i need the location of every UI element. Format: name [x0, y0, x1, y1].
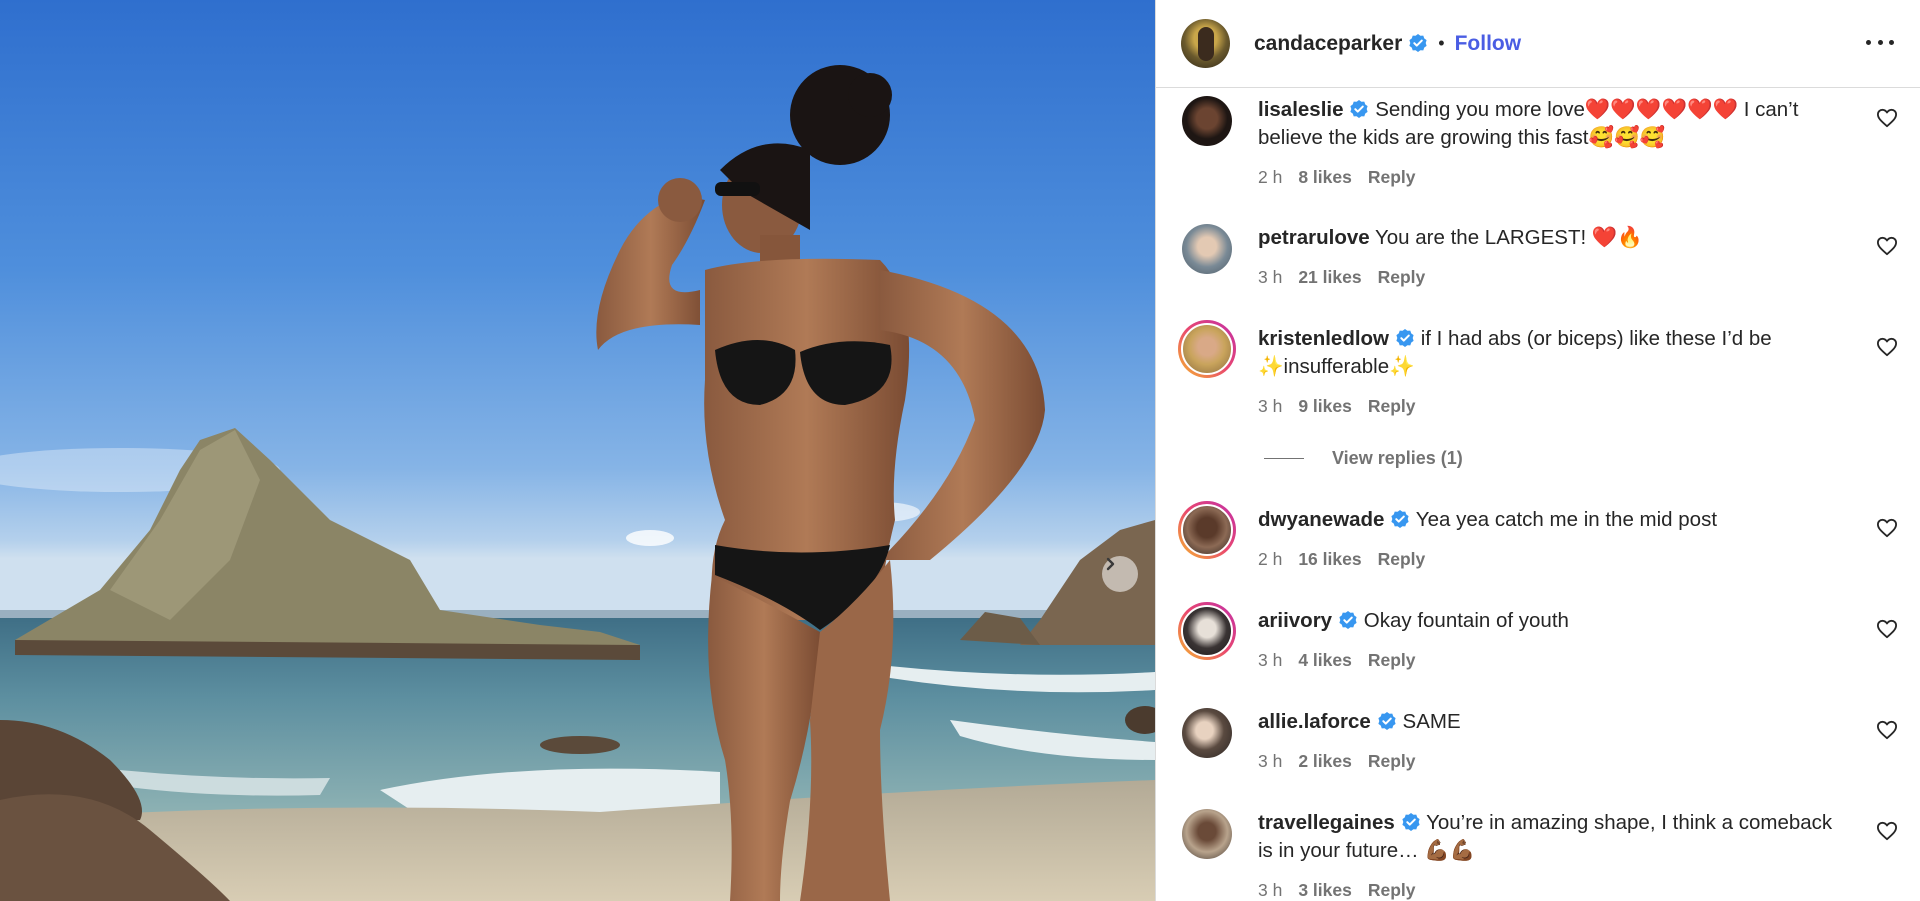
comment-body: ariivory Okay fountain of youth 3 h 4 lik… — [1258, 607, 1838, 674]
heart-outline-icon[interactable] — [1876, 108, 1898, 128]
comment-time[interactable]: 2 h — [1258, 167, 1282, 187]
heart-outline-icon[interactable] — [1876, 236, 1898, 256]
comment-text: Yea yea catch me in the mid post — [1415, 508, 1718, 531]
commenter-avatar-story-ring[interactable] — [1178, 602, 1236, 660]
more-dot-icon — [1877, 39, 1883, 45]
verified-badge-icon — [1350, 100, 1369, 118]
comment-time[interactable]: 3 h — [1258, 267, 1282, 287]
comment-time[interactable]: 3 h — [1258, 751, 1282, 771]
heart-outline-icon[interactable] — [1876, 337, 1898, 357]
comment-meta: 2 h 8 likes Reply — [1258, 163, 1838, 191]
comment-time[interactable]: 3 h — [1258, 650, 1282, 670]
comment-time[interactable]: 2 h — [1258, 549, 1282, 569]
comment-likes[interactable]: 2 likes — [1298, 751, 1352, 771]
chevron-right-icon — [1106, 557, 1115, 571]
comment-body: travellegaines You’re in amazing shape, … — [1258, 809, 1838, 901]
more-options-button[interactable] — [1866, 30, 1894, 54]
comment-meta: 3 h 9 likes Reply — [1258, 392, 1838, 420]
commenter-username[interactable]: ariivory — [1258, 609, 1332, 632]
commenter-username[interactable]: allie.laforce — [1258, 710, 1371, 733]
verified-badge-icon — [1396, 329, 1414, 347]
reply-button[interactable]: Reply — [1368, 396, 1416, 416]
verified-badge-icon — [1339, 611, 1357, 629]
commenter-username[interactable]: travellegaines — [1258, 811, 1395, 834]
comment-body: dwyanewade Yea yea catch me in the mid p… — [1258, 506, 1838, 573]
comment-body: lisaleslie Sending you more love❤️❤️❤️❤️… — [1258, 96, 1838, 191]
reply-button[interactable]: Reply — [1368, 650, 1416, 670]
verified-badge-icon — [1409, 33, 1427, 52]
comment-likes[interactable]: 9 likes — [1298, 396, 1352, 416]
next-photo-button[interactable] — [1102, 556, 1138, 592]
commenter-avatar-story-ring[interactable] — [1178, 501, 1236, 559]
author-username[interactable]: candaceparker — [1254, 32, 1428, 56]
comment-text: Okay fountain of youth — [1363, 609, 1569, 632]
more-dot-icon — [1889, 39, 1894, 45]
commenter-username[interactable]: lisaleslie — [1258, 98, 1343, 121]
comment-body: allie.laforce SAME 3 h 2 likes Reply — [1258, 708, 1838, 775]
view-replies-label: View replies (1) — [1332, 448, 1463, 468]
more-dot-icon — [1866, 39, 1871, 45]
comment-body: petrarulove You are the LARGEST! ❤️🔥 3 h… — [1258, 224, 1838, 291]
follow-button[interactable]: Follow — [1455, 32, 1522, 56]
comment-likes[interactable]: 3 likes — [1298, 880, 1352, 900]
commenter-username[interactable]: kristenledlow — [1258, 327, 1389, 350]
reply-button[interactable]: Reply — [1368, 880, 1416, 900]
reply-button[interactable]: Reply — [1378, 267, 1426, 287]
commenter-avatar-story-ring[interactable] — [1178, 320, 1236, 378]
comment-text: You are the LARGEST! ❤️🔥 — [1374, 226, 1643, 249]
comment-text: SAME — [1402, 710, 1461, 733]
separator-dot: • — [1438, 33, 1445, 53]
heart-outline-icon[interactable] — [1876, 619, 1898, 639]
comment-time[interactable]: 3 h — [1258, 880, 1282, 900]
commenter-avatar[interactable] — [1182, 708, 1232, 758]
commenter-avatar[interactable] — [1182, 96, 1232, 146]
verified-badge-icon — [1391, 510, 1410, 528]
commenter-username[interactable]: petrarulove — [1258, 226, 1370, 249]
replies-line — [1264, 458, 1304, 459]
view-replies-button[interactable]: View replies (1) — [1264, 448, 1463, 469]
reply-button[interactable]: Reply — [1378, 549, 1426, 569]
commenter-avatar[interactable] — [1182, 224, 1232, 274]
comment-likes[interactable]: 16 likes — [1298, 549, 1361, 569]
verified-badge-icon — [1378, 712, 1396, 730]
comment-body: kristenledlow if I had abs (or biceps) l… — [1258, 325, 1838, 420]
comment-time[interactable]: 3 h — [1258, 396, 1282, 416]
commenter-avatar[interactable] — [1182, 809, 1232, 859]
commenter-username[interactable]: dwyanewade — [1258, 508, 1384, 531]
verified-badge-icon — [1402, 813, 1420, 831]
author-avatar[interactable] — [1181, 19, 1230, 68]
reply-button[interactable]: Reply — [1368, 751, 1416, 771]
comments-panel: candaceparker • Follow lisaleslie Sendin… — [1156, 0, 1920, 901]
post-photo[interactable] — [0, 0, 1155, 901]
comment-meta: 3 h 21 likes Reply — [1258, 263, 1838, 291]
comment-meta: 3 h 3 likes Reply — [1258, 876, 1838, 901]
author-username-text[interactable]: candaceparker — [1254, 32, 1402, 55]
comment-meta: 2 h 16 likes Reply — [1258, 545, 1838, 573]
comment-likes[interactable]: 21 likes — [1298, 267, 1361, 287]
comment-meta: 3 h 4 likes Reply — [1258, 646, 1838, 674]
comment-likes[interactable]: 8 likes — [1298, 167, 1352, 187]
heart-outline-icon[interactable] — [1876, 821, 1898, 841]
heart-outline-icon[interactable] — [1876, 518, 1898, 538]
reply-button[interactable]: Reply — [1368, 167, 1416, 187]
beach-scene-image — [0, 65, 1155, 901]
comment-meta: 3 h 2 likes Reply — [1258, 747, 1838, 775]
post-header: candaceparker • Follow — [1156, 0, 1920, 88]
heart-outline-icon[interactable] — [1876, 720, 1898, 740]
comment-likes[interactable]: 4 likes — [1298, 650, 1352, 670]
